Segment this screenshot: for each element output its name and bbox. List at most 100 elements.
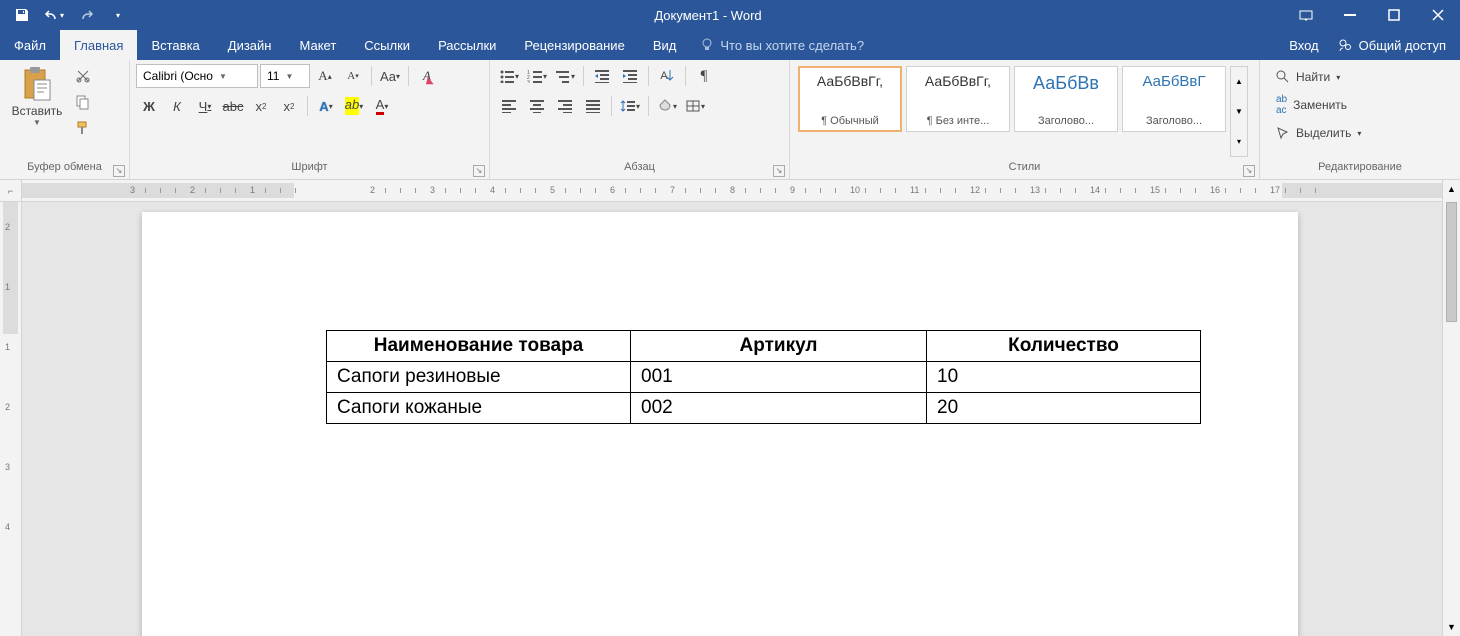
table-cell[interactable]: Сапоги резиновые	[327, 362, 631, 393]
show-marks-button[interactable]: ¶	[691, 64, 717, 88]
align-center-button[interactable]	[524, 94, 550, 118]
chevron-down-icon: ▾	[116, 11, 120, 20]
find-button[interactable]: Найти▾	[1272, 66, 1365, 88]
format-painter-button[interactable]	[72, 118, 94, 138]
signin-link[interactable]: Вход	[1289, 38, 1318, 53]
clear-formatting-button[interactable]: A◣	[414, 64, 440, 88]
vertical-ruler[interactable]: 211234	[0, 202, 22, 636]
dialog-launcher-icon[interactable]: ↘	[1243, 165, 1255, 177]
decrease-indent-button[interactable]	[589, 64, 615, 88]
ribbon-options-button[interactable]	[1284, 0, 1328, 30]
highlight-button[interactable]: ab▾	[341, 94, 367, 118]
table-cell[interactable]: 002	[631, 393, 927, 424]
font-name-combo[interactable]: Calibri (Осно▼	[136, 64, 258, 88]
table-header-cell[interactable]: Артикул	[631, 331, 927, 362]
share-button[interactable]: Общий доступ	[1337, 37, 1446, 53]
bold-button[interactable]: Ж	[136, 94, 162, 118]
outdent-icon	[594, 69, 610, 83]
borders-button[interactable]: ▾	[682, 94, 708, 118]
style-heading1[interactable]: АаБбВвЗаголово...	[1014, 66, 1118, 132]
tell-me-search[interactable]: Что вы хотите сделать?	[700, 30, 864, 60]
tab-references[interactable]: Ссылки	[350, 30, 424, 60]
table-header-cell[interactable]: Наименование товара	[327, 331, 631, 362]
scroll-down-button[interactable]: ▼	[1443, 618, 1460, 636]
subscript-button[interactable]: x2	[248, 94, 274, 118]
dialog-launcher-icon[interactable]: ↘	[473, 165, 485, 177]
ruler-corner[interactable]: ⌐	[0, 180, 22, 202]
paste-button[interactable]: Вставить ▼	[6, 64, 68, 159]
table-row: Сапоги кожаные 002 20	[327, 393, 1201, 424]
superscript-button[interactable]: x2	[276, 94, 302, 118]
close-button[interactable]	[1416, 0, 1460, 30]
text-effects-button[interactable]: A▾	[313, 94, 339, 118]
table-cell[interactable]: 20	[927, 393, 1201, 424]
scroll-thumb[interactable]	[1446, 202, 1457, 322]
select-button[interactable]: Выделить▾	[1272, 122, 1365, 144]
minimize-button[interactable]	[1328, 0, 1372, 30]
copy-button[interactable]	[72, 92, 94, 112]
shading-button[interactable]: ▾	[654, 94, 680, 118]
font-color-button[interactable]: A▾	[369, 94, 395, 118]
maximize-icon	[1388, 9, 1400, 21]
table-cell[interactable]: Сапоги кожаные	[327, 393, 631, 424]
justify-button[interactable]	[580, 94, 606, 118]
style-heading2[interactable]: АаБбВвГЗаголово...	[1122, 66, 1226, 132]
chevron-down-icon[interactable]: ▼	[1231, 97, 1247, 127]
align-center-icon	[529, 99, 545, 113]
shrink-font-button[interactable]: A▾	[340, 64, 366, 88]
increase-indent-button[interactable]	[617, 64, 643, 88]
change-case-button[interactable]: Aa▾	[377, 64, 403, 88]
redo-button[interactable]	[72, 0, 100, 30]
scroll-track[interactable]	[1443, 198, 1460, 618]
cut-button[interactable]	[72, 66, 94, 86]
tab-review[interactable]: Рецензирование	[510, 30, 638, 60]
style-normal[interactable]: АаБбВвГг,¶ Обычный	[798, 66, 902, 132]
undo-button[interactable]: ▾	[40, 0, 68, 30]
dialog-launcher-icon[interactable]: ↘	[773, 165, 785, 177]
line-spacing-button[interactable]: ▾	[617, 94, 643, 118]
bullets-icon	[499, 69, 515, 83]
tab-home[interactable]: Главная	[60, 30, 137, 60]
underline-button[interactable]: Ч▾	[192, 94, 218, 118]
sort-button[interactable]: A	[654, 64, 680, 88]
tab-view[interactable]: Вид	[639, 30, 691, 60]
align-left-button[interactable]	[496, 94, 522, 118]
table-cell[interactable]: 001	[631, 362, 927, 393]
vertical-scrollbar[interactable]: ▲ ▼	[1442, 180, 1460, 636]
multilevel-list-button[interactable]: ▾	[552, 64, 578, 88]
horizontal-ruler[interactable]: 321234567891011121314151617	[22, 180, 1442, 202]
chevron-up-icon[interactable]: ▲	[1231, 67, 1247, 97]
tab-file[interactable]: Файл	[0, 30, 60, 60]
share-label: Общий доступ	[1359, 38, 1446, 53]
bullets-button[interactable]: ▾	[496, 64, 522, 88]
styles-gallery: АаБбВвГг,¶ Обычный АаБбВвГг,¶ Без инте..…	[796, 64, 1250, 159]
search-icon	[1276, 70, 1290, 84]
scroll-up-button[interactable]: ▲	[1443, 180, 1460, 198]
title-bar: ▾ ▾ Документ1 - Word	[0, 0, 1460, 30]
tab-design[interactable]: Дизайн	[214, 30, 286, 60]
maximize-button[interactable]	[1372, 0, 1416, 30]
strikethrough-button[interactable]: abc	[220, 94, 246, 118]
grow-font-button[interactable]: A▴	[312, 64, 338, 88]
document-area[interactable]: Наименование товара Артикул Количество С…	[22, 202, 1460, 636]
align-right-button[interactable]	[552, 94, 578, 118]
replace-button[interactable]: abacЗаменить	[1272, 94, 1365, 116]
italic-button[interactable]: К	[164, 94, 190, 118]
style-no-spacing[interactable]: АаБбВвГг,¶ Без инте...	[906, 66, 1010, 132]
justify-icon	[585, 99, 601, 113]
styles-gallery-scroll[interactable]: ▲▼▾	[1230, 66, 1248, 157]
numbering-button[interactable]: 123▾	[524, 64, 550, 88]
font-size-combo[interactable]: 11▼	[260, 64, 310, 88]
tab-layout[interactable]: Макет	[285, 30, 350, 60]
document-table[interactable]: Наименование товара Артикул Количество С…	[326, 330, 1201, 424]
table-cell[interactable]: 10	[927, 362, 1201, 393]
tab-mailings[interactable]: Рассылки	[424, 30, 510, 60]
qat-customize-button[interactable]: ▾	[104, 0, 132, 30]
close-icon	[1432, 9, 1444, 21]
styles-expand-icon[interactable]: ▾	[1231, 126, 1247, 156]
tab-insert[interactable]: Вставка	[137, 30, 213, 60]
table-header-cell[interactable]: Количество	[927, 331, 1201, 362]
save-button[interactable]	[8, 0, 36, 30]
dialog-launcher-icon[interactable]: ↘	[113, 165, 125, 177]
group-label-styles: Стили↘	[790, 161, 1259, 179]
